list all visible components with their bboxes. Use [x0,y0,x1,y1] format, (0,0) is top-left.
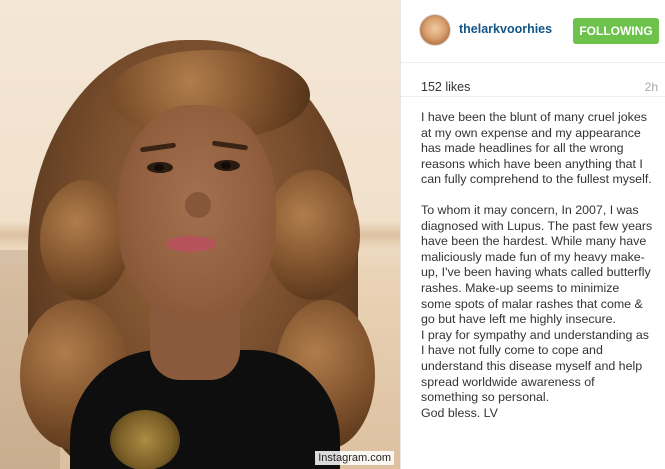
sequin-detail [110,410,180,469]
following-button[interactable]: FOLLOWING [573,18,659,44]
nose [185,192,211,218]
post-header: thelarkvoorhies FOLLOWING [401,0,665,63]
hair-curl [265,170,360,300]
hair-curl [40,180,130,300]
watermark: Instagram.com [315,451,394,465]
caption-paragraph-1: I have been the blunt of many cruel joke… [421,110,652,187]
caption-paragraph-2: To whom it may concern, In 2007, I was d… [421,202,653,327]
post-photo[interactable]: Instagram.com [0,0,400,469]
post-timestamp[interactable]: 2h [645,80,658,94]
lips [166,236,216,252]
likes-count[interactable]: 152 likes [421,80,470,94]
post-caption: I have been the blunt of many cruel joke… [421,110,653,421]
caption-signoff: God bless. LV [421,405,498,420]
caption-paragraph-3: I pray for sympathy and understanding as… [421,327,649,405]
eye-right [214,160,240,171]
eye-left [147,162,173,173]
likes-row: 152 likes 2h [401,62,665,97]
instagram-post-embed: Instagram.com thelarkvoorhies FOLLOWING … [0,0,665,469]
post-sidebar: thelarkvoorhies FOLLOWING 152 likes 2h I… [400,0,665,469]
username-link[interactable]: thelarkvoorhies [459,22,552,36]
avatar[interactable] [419,14,451,46]
